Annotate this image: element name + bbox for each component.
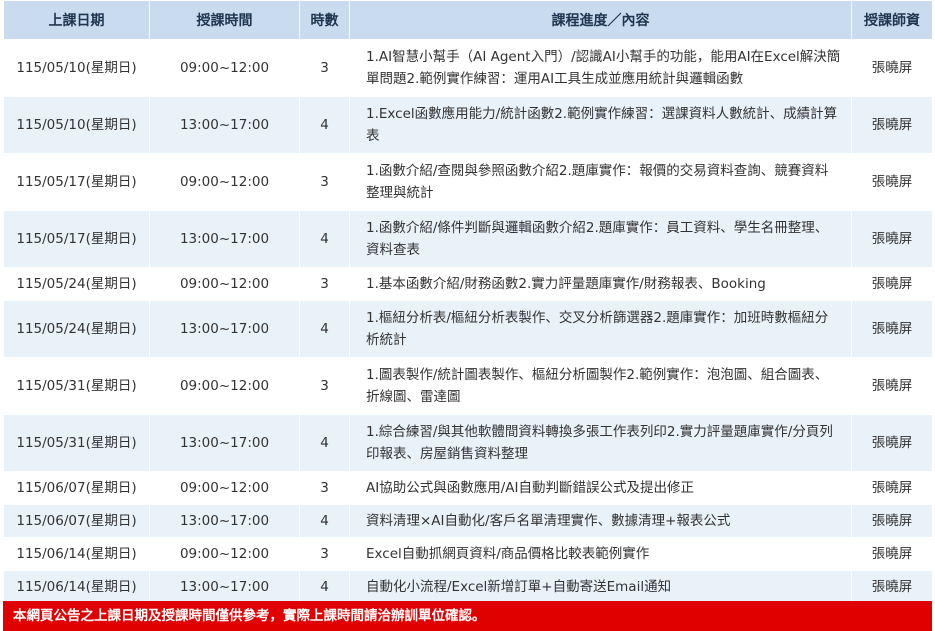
cell-time: 13:00~17:00 <box>149 300 300 358</box>
cell-teacher: 張曉屏 <box>851 153 933 211</box>
cell-time: 09:00~12:00 <box>149 537 300 571</box>
cell-hours: 3 <box>299 153 350 211</box>
cell-teacher: 張曉屏 <box>851 357 933 415</box>
cell-time: 13:00~17:00 <box>149 210 300 268</box>
cell-time: 09:00~12:00 <box>149 153 300 211</box>
cell-hours: 4 <box>299 504 350 538</box>
header-content: 課程進度／內容 <box>349 0 852 40</box>
cell-teacher: 張曉屏 <box>851 471 933 505</box>
cell-hours: 4 <box>299 300 350 358</box>
table-row: 115/06/14(星期日) 13:00~17:00 4 自動化小流程/Exce… <box>3 570 933 604</box>
cell-teacher: 張曉屏 <box>851 537 933 571</box>
cell-date: 115/06/07(星期日) <box>3 471 150 505</box>
cell-content: 1.圖表製作/統計圖表製作、樞紐分析圖製作2.範例實作：泡泡圖、組合圖表、折線圖… <box>349 357 852 415</box>
table-row: 115/05/31(星期日) 13:00~17:00 4 1.綜合練習/與其他軟… <box>3 414 933 472</box>
header-hours: 時數 <box>299 0 350 40</box>
cell-time: 09:00~12:00 <box>149 39 300 97</box>
cell-time: 09:00~12:00 <box>149 471 300 505</box>
cell-date: 115/05/24(星期日) <box>3 300 150 358</box>
schedule-disclaimer-notice: 本網頁公告之上課日期及授課時間僅供參考，實際上課時間請洽辦訓單位確認。 <box>3 601 932 631</box>
cell-teacher: 張曉屏 <box>851 414 933 472</box>
cell-hours: 3 <box>299 471 350 505</box>
table-row: 115/05/17(星期日) 13:00~17:00 4 1.函數介紹/條件判斷… <box>3 210 933 268</box>
cell-date: 115/05/10(星期日) <box>3 96 150 154</box>
cell-teacher: 張曉屏 <box>851 570 933 604</box>
cell-hours: 3 <box>299 537 350 571</box>
table-row: 115/06/07(星期日) 13:00~17:00 4 資料清理×AI自動化/… <box>3 504 933 538</box>
cell-content: 1.AI智慧小幫手（AI Agent入門）/認識AI小幫手的功能，能用AI在Ex… <box>349 39 852 97</box>
cell-date: 115/05/31(星期日) <box>3 357 150 415</box>
cell-hours: 3 <box>299 39 350 97</box>
cell-content: 1.函數介紹/條件判斷與邏輯函數介紹2.題庫實作：員工資料、學生名冊整理、資料查… <box>349 210 852 268</box>
cell-content: 1.Excel函數應用能力/統計函數2.範例實作練習：選課資料人數統計、成績計算… <box>349 96 852 154</box>
cell-teacher: 張曉屏 <box>851 96 933 154</box>
cell-date: 115/05/17(星期日) <box>3 153 150 211</box>
header-date: 上課日期 <box>3 0 150 40</box>
cell-teacher: 張曉屏 <box>851 504 933 538</box>
cell-date: 115/05/31(星期日) <box>3 414 150 472</box>
cell-date: 115/06/14(星期日) <box>3 570 150 604</box>
cell-hours: 3 <box>299 267 350 301</box>
cell-hours: 4 <box>299 210 350 268</box>
table-row: 115/05/31(星期日) 09:00~12:00 3 1.圖表製作/統計圖表… <box>3 357 933 415</box>
cell-hours: 4 <box>299 414 350 472</box>
cell-content: Excel自動抓網頁資料/商品價格比較表範例實作 <box>349 537 852 571</box>
table-row: 115/05/10(星期日) 13:00~17:00 4 1.Excel函數應用… <box>3 96 933 154</box>
table-row: 115/05/24(星期日) 13:00~17:00 4 1.樞紐分析表/樞紐分… <box>3 300 933 358</box>
cell-date: 115/05/24(星期日) <box>3 267 150 301</box>
cell-content: 資料清理×AI自動化/客戶名單清理實作、數據清理+報表公式 <box>349 504 852 538</box>
cell-content: 1.函數介紹/查閱與參照函數介紹2.題庫實作：報價的交易資料查詢、競賽資料整理與… <box>349 153 852 211</box>
table-header-row: 上課日期 授課時間 時數 課程進度／內容 授課師資 <box>3 0 933 40</box>
cell-hours: 4 <box>299 570 350 604</box>
cell-time: 09:00~12:00 <box>149 357 300 415</box>
cell-time: 13:00~17:00 <box>149 504 300 538</box>
course-schedule-table: 上課日期 授課時間 時數 課程進度／內容 授課師資 115/05/10(星期日)… <box>3 0 933 604</box>
table-row: 115/06/14(星期日) 09:00~12:00 3 Excel自動抓網頁資… <box>3 537 933 571</box>
course-schedule-page: 上課日期 授課時間 時數 課程進度／內容 授課師資 115/05/10(星期日)… <box>0 0 935 631</box>
cell-time: 09:00~12:00 <box>149 267 300 301</box>
cell-hours: 3 <box>299 357 350 415</box>
cell-content: 1.綜合練習/與其他軟體間資料轉換多張工作表列印2.實力評量題庫實作/分頁列印報… <box>349 414 852 472</box>
header-teacher: 授課師資 <box>851 0 933 40</box>
cell-teacher: 張曉屏 <box>851 210 933 268</box>
cell-time: 13:00~17:00 <box>149 96 300 154</box>
cell-hours: 4 <box>299 96 350 154</box>
header-time: 授課時間 <box>149 0 300 40</box>
cell-date: 115/06/07(星期日) <box>3 504 150 538</box>
cell-time: 13:00~17:00 <box>149 414 300 472</box>
table-row: 115/05/24(星期日) 09:00~12:00 3 1.基本函數介紹/財務… <box>3 267 933 301</box>
cell-date: 115/05/17(星期日) <box>3 210 150 268</box>
table-row: 115/05/10(星期日) 09:00~12:00 3 1.AI智慧小幫手（A… <box>3 39 933 97</box>
cell-content: 1.樞紐分析表/樞紐分析表製作、交叉分析篩選器2.題庫實作：加班時數樞紐分析統計 <box>349 300 852 358</box>
cell-teacher: 張曉屏 <box>851 267 933 301</box>
cell-date: 115/05/10(星期日) <box>3 39 150 97</box>
cell-teacher: 張曉屏 <box>851 39 933 97</box>
cell-date: 115/06/14(星期日) <box>3 537 150 571</box>
cell-time: 13:00~17:00 <box>149 570 300 604</box>
cell-teacher: 張曉屏 <box>851 300 933 358</box>
table-row: 115/06/07(星期日) 09:00~12:00 3 AI協助公式與函數應用… <box>3 471 933 505</box>
cell-content: 自動化小流程/Excel新增訂單+自動寄送Email通知 <box>349 570 852 604</box>
table-row: 115/05/17(星期日) 09:00~12:00 3 1.函數介紹/查閱與參… <box>3 153 933 211</box>
cell-content: 1.基本函數介紹/財務函數2.實力評量題庫實作/財務報表、Booking <box>349 267 852 301</box>
cell-content: AI協助公式與函數應用/AI自動判斷錯誤公式及提出修正 <box>349 471 852 505</box>
